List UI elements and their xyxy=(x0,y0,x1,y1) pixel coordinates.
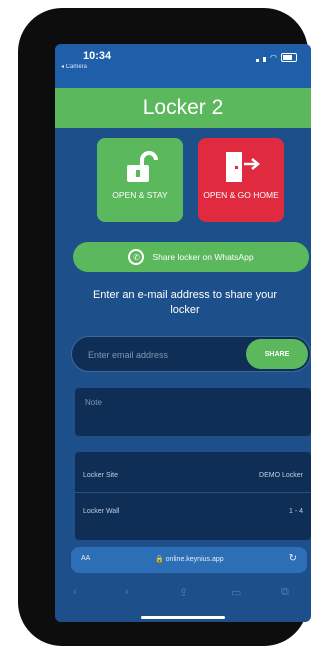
detail-key: Locker Wall xyxy=(83,508,120,515)
open-and-go-home-button[interactable]: OPEN & GO HOME xyxy=(198,138,284,222)
status-bar: 10:34 ◂ Camera ◠ xyxy=(55,44,311,88)
detail-key: Locker Site xyxy=(83,472,119,479)
signal-icon xyxy=(263,57,267,62)
unlocked-padlock-icon xyxy=(127,151,158,182)
door-exit-arrow-icon xyxy=(226,152,260,182)
url-text[interactable]: 🔒 online.keynius.app xyxy=(155,555,224,563)
share-on-whatsapp-label: Share locker on WhatsApp xyxy=(152,252,254,262)
back-arrow-icon[interactable]: ‹ xyxy=(73,586,77,598)
status-time: 10:34 xyxy=(83,50,112,62)
open-and-stay-button[interactable]: OPEN & STAY xyxy=(97,138,183,222)
forward-arrow-icon[interactable]: › xyxy=(125,586,129,598)
share-prompt-text: Enter an e-mail address to share your lo… xyxy=(92,289,278,316)
detail-value: 1 - 4 xyxy=(288,508,303,515)
whatsapp-icon: ✆ xyxy=(128,249,145,265)
page-title: Locker 2 xyxy=(55,88,311,128)
reload-icon[interactable]: ↻ xyxy=(289,553,297,564)
wifi-icon: ◠ xyxy=(270,53,277,62)
reader-options-button[interactable]: AA xyxy=(81,555,90,562)
back-to-app-link[interactable]: ◂ Camera xyxy=(61,63,87,70)
detail-value: DEMO Locker xyxy=(259,472,303,479)
home-indicator[interactable] xyxy=(141,616,225,619)
open-and-stay-label: OPEN & STAY xyxy=(112,190,168,200)
note-field[interactable] xyxy=(75,388,311,436)
phone-frame: 10:34 ◂ Camera ◠ Locker 2 OPEN & STAY OP… xyxy=(18,8,311,646)
signal-icon xyxy=(256,59,260,62)
open-and-go-home-label: OPEN & GO HOME xyxy=(203,190,279,200)
share-button[interactable]: SHARE xyxy=(246,339,308,369)
battery-icon xyxy=(281,53,297,62)
bookmarks-icon[interactable]: ▭ xyxy=(231,586,241,599)
tabs-icon[interactable]: ⧉ xyxy=(281,586,289,599)
share-icon[interactable]: ⇪ xyxy=(179,586,188,599)
email-share-row: SHARE xyxy=(71,336,311,373)
app-screen: 10:34 ◂ Camera ◠ Locker 2 OPEN & STAY OP… xyxy=(55,44,311,622)
locker-site-row: Locker Site DEMO Locker xyxy=(75,460,311,493)
share-on-whatsapp-button[interactable]: ✆ Share locker on WhatsApp xyxy=(73,242,309,272)
email-field[interactable] xyxy=(86,337,240,373)
locker-details-panel: Locker Site DEMO Locker Locker Wall 1 - … xyxy=(75,452,311,540)
locker-wall-row: Locker Wall 1 - 4 xyxy=(75,496,311,528)
status-icons: ◠ xyxy=(256,53,297,62)
browser-address-bar[interactable]: AA 🔒 online.keynius.app ↻ xyxy=(71,547,307,573)
note-field-container xyxy=(75,388,311,436)
